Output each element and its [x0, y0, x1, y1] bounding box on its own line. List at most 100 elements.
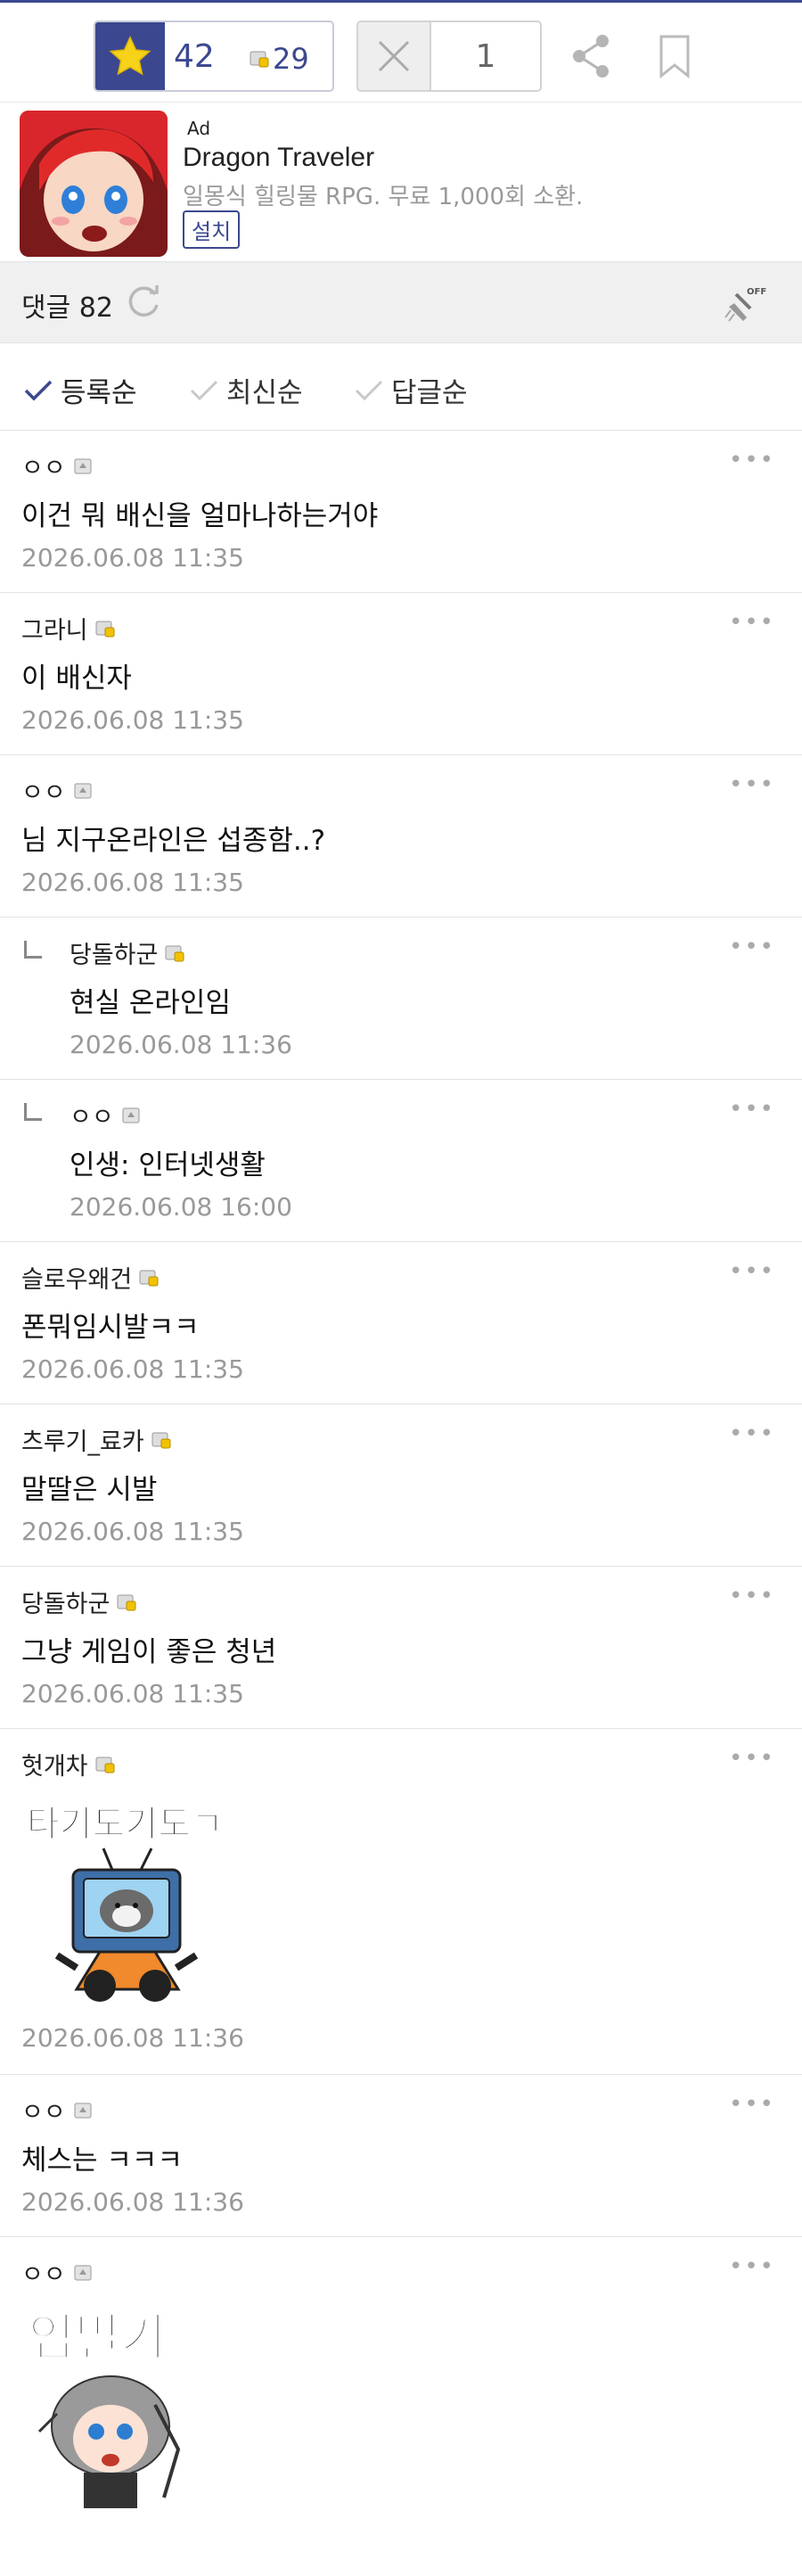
comment-count: 댓글 82	[21, 292, 113, 324]
comment-item: 슬로우왜건 ••• 폰뭐임시발ㅋㅋ 2026.06.08 11:35	[0, 1242, 802, 1404]
comment-date: 2026.06.08 16:00	[70, 1192, 292, 1222]
comment-author[interactable]: 슬로우왜건	[21, 1260, 159, 1295]
comment-text: 폰뭐임시발ㅋㅋ	[21, 1312, 200, 1344]
sort-option-latest[interactable]: 최신순	[189, 370, 303, 410]
fixed-recommend-count: 29	[273, 42, 309, 76]
comment-date: 2026.06.08 11:36	[70, 1030, 292, 1059]
post-action-bar: 42 29 1	[0, 3, 802, 103]
sort-option-replies[interactable]: 답글순	[354, 370, 468, 410]
comment-item: ㅇㅇ ••• 엄벌기	[0, 2237, 802, 2576]
sticker-image[interactable]: 엄벌기	[21, 2307, 232, 2517]
more-dots-icon[interactable]: •••	[729, 773, 775, 796]
comment-date: 2026.06.08 11:35	[21, 1354, 244, 1384]
recommend-count: 42	[174, 38, 215, 75]
fixed-nick-icon	[74, 2103, 92, 2118]
x-icon	[358, 22, 431, 90]
ad-banner[interactable]: Ad Dragon Traveler 일몽식 힐링물 RPG. 무료 1,000…	[0, 103, 802, 260]
comment-author[interactable]: 당돌하군	[21, 1584, 136, 1619]
fixed-recommend: 29	[250, 42, 309, 76]
more-dots-icon[interactable]: •••	[729, 2255, 775, 2278]
more-dots-icon[interactable]: •••	[729, 1098, 775, 1121]
comment-text: 말딸은 시발	[21, 1474, 158, 1506]
sticker-text: 타기도기도ㄱ	[27, 1804, 224, 1845]
fixed-nick-icon	[95, 1757, 115, 1773]
comment-header: 댓글 82 OFF	[0, 261, 802, 343]
recommend-button[interactable]: 42 29	[94, 21, 334, 92]
author-name: ㅇㅇ	[21, 779, 66, 807]
more-dots-icon[interactable]: •••	[729, 1422, 775, 1445]
fixed-nick-icon	[165, 945, 184, 961]
comment-author[interactable]: ㅇㅇ	[21, 773, 93, 808]
more-dots-icon[interactable]: •••	[729, 1584, 775, 1608]
share-icon[interactable]	[569, 33, 613, 79]
star-icon	[95, 22, 165, 90]
comment-text: 이 배신자	[21, 663, 132, 695]
comment-author[interactable]: ㅇㅇ	[21, 2093, 93, 2127]
fixed-nick-icon	[250, 51, 269, 68]
comment-text: 그냥 게임이 좋은 청년	[21, 1636, 277, 1668]
sticker-image[interactable]: 타기도기도ㄱ	[21, 1798, 232, 2009]
comment-item: ㅇㅇ ••• 님 지구온라인은 섭종함..? 2026.06.08 11:35	[0, 755, 802, 918]
sort-option-label: 답글순	[391, 377, 468, 409]
reply-item: 당돌하군 ••• 현실 온라인임 2026.06.08 11:36	[0, 918, 802, 1080]
broom-off-icon[interactable]: OFF	[724, 282, 768, 325]
sticker-text: 엄벌기	[29, 2309, 167, 2367]
more-dots-icon[interactable]: •••	[729, 611, 775, 634]
non-recommend-button[interactable]: 1	[356, 21, 542, 92]
fixed-nick-icon	[74, 783, 92, 798]
fixed-nick-icon	[122, 1107, 140, 1123]
sort-option-label: 등록순	[61, 377, 137, 409]
sort-option-label: 최신순	[226, 377, 303, 409]
author-name: 당돌하군	[21, 1591, 110, 1618]
comment-date: 2026.06.08 11:36	[21, 2187, 244, 2217]
more-dots-icon[interactable]: •••	[729, 2093, 775, 2116]
author-name: 헛개차	[21, 1753, 88, 1781]
comment-item: 당돌하군 ••• 그냥 게임이 좋은 청년 2026.06.08 11:35	[0, 1567, 802, 1729]
comment-date: 2026.06.08 11:36	[21, 2023, 244, 2053]
bookmark-icon[interactable]	[654, 35, 695, 79]
comment-author[interactable]: 그라니	[21, 611, 115, 646]
more-dots-icon[interactable]: •••	[729, 935, 775, 959]
comment-date: 2026.06.08 11:35	[21, 1679, 244, 1708]
comment-author[interactable]: ㅇㅇ	[21, 449, 93, 483]
comment-item: 그라니 ••• 이 배신자 2026.06.08 11:35	[0, 593, 802, 755]
ad-install-button[interactable]: 설치	[183, 210, 241, 249]
author-name: 그라니	[21, 617, 88, 645]
refresh-icon[interactable]	[125, 284, 162, 321]
comment-item: ㅇㅇ ••• 이건 뭐 배신을 얼마나하는거야 2026.06.08 11:35	[0, 431, 802, 593]
comment-sort-bar: 등록순 최신순 답글순	[0, 343, 802, 431]
comment-date: 2026.06.08 11:35	[21, 868, 244, 897]
comment-author[interactable]: 당돌하군	[70, 935, 184, 970]
more-dots-icon[interactable]: •••	[729, 1747, 775, 1770]
comment-item: 츠루기_료카 ••• 말딸은 시발 2026.06.08 11:35	[0, 1404, 802, 1567]
comment-author[interactable]: ㅇㅇ	[21, 2255, 93, 2290]
comment-author[interactable]: 헛개차	[21, 1747, 115, 1782]
comment-date: 2026.06.08 11:35	[21, 705, 244, 735]
check-icon	[355, 380, 383, 400]
sort-option-registered[interactable]: 등록순	[23, 370, 137, 410]
reply-item: ㅇㅇ ••• 인생: 인터넷생활 2026.06.08 16:00	[0, 1080, 802, 1242]
author-name: ㅇㅇ	[21, 455, 66, 482]
fixed-nick-icon	[117, 1594, 136, 1610]
more-dots-icon[interactable]: •••	[729, 449, 775, 472]
author-name: 당돌하군	[70, 942, 159, 969]
comment-date: 2026.06.08 11:35	[21, 543, 244, 572]
fixed-nick-icon	[139, 1270, 159, 1286]
fixed-nick-icon	[74, 2265, 92, 2280]
svg-text:OFF: OFF	[747, 287, 766, 297]
comment-text: 현실 온라인임	[70, 987, 231, 1019]
ad-description: 일몽식 힐링물 RPG. 무료 1,000회 소환.	[183, 184, 584, 210]
comment-author[interactable]: ㅇㅇ	[70, 1098, 141, 1132]
comment-author[interactable]: 츠루기_료카	[21, 1422, 171, 1457]
comment-text: 인생: 인터넷생활	[70, 1149, 266, 1181]
author-name: 슬로우왜건	[21, 1266, 133, 1294]
more-dots-icon[interactable]: •••	[729, 1260, 775, 1283]
ad-thumbnail[interactable]	[20, 111, 168, 257]
fixed-nick-icon	[74, 458, 92, 473]
comment-item: ㅇㅇ ••• 체스는 ㅋㅋㅋ 2026.06.08 11:36	[0, 2075, 802, 2237]
reply-indicator-icon	[24, 941, 42, 959]
ad-tag: Ad	[187, 118, 211, 139]
check-icon	[190, 380, 218, 400]
ad-title[interactable]: Dragon Traveler	[183, 143, 374, 173]
author-name: ㅇㅇ	[70, 1104, 114, 1132]
